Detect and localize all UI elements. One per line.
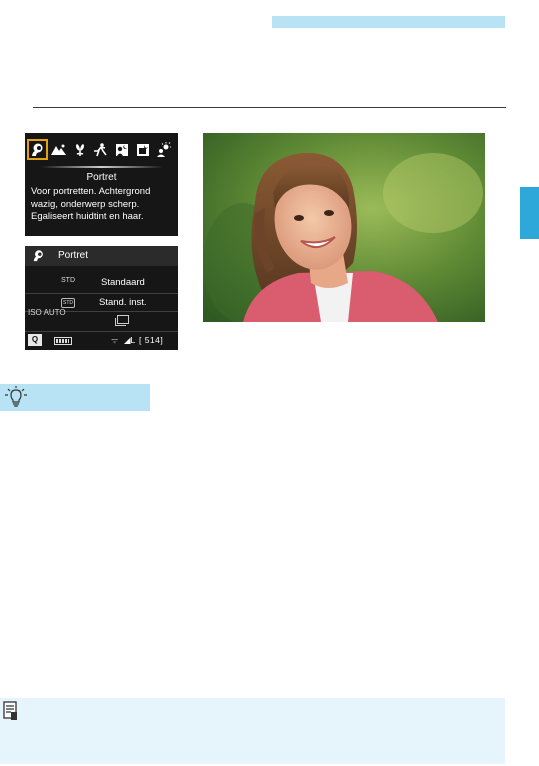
memo-icon [3, 701, 19, 721]
landscape-mode-icon[interactable] [48, 139, 69, 160]
screen-header: Portret [25, 246, 178, 266]
sports-mode-icon[interactable] [90, 139, 111, 160]
closeup-mode-icon[interactable] [69, 139, 90, 160]
ambience-icon: STD [61, 298, 75, 308]
note-box [0, 698, 505, 764]
hdr-backlight-mode-icon[interactable] [153, 139, 174, 160]
picture-style-value[interactable]: Standaard [101, 277, 145, 288]
shots-remaining: [ 514] [139, 335, 164, 345]
night-portrait-mode-icon[interactable] [111, 139, 132, 160]
wifi-icon: ᯤ [111, 336, 119, 345]
screen-title: Portret [58, 250, 89, 261]
iso-setting[interactable]: ISO AUTO [28, 308, 66, 317]
row-divider [25, 293, 178, 294]
camera-screen-quick-control: Portret ISO AUTO STD Standaard STD Stand… [25, 246, 178, 350]
camera-screen-mode-select: Portret Voor portretten. Achtergrond waz… [25, 133, 178, 236]
handheld-night-mode-icon[interactable] [132, 139, 153, 160]
portrait-mode-icon[interactable] [27, 139, 48, 160]
separator-line [41, 166, 163, 168]
tip-box [0, 384, 150, 411]
lightbulb-icon [2, 385, 30, 409]
mode-icon-row [27, 139, 177, 161]
row-divider [25, 331, 178, 332]
horizontal-rule [33, 107, 506, 108]
header-accent-bar [272, 16, 505, 28]
battery-icon [54, 337, 72, 345]
mode-title: Portret [86, 172, 117, 183]
drive-mode-icon[interactable] [115, 315, 129, 326]
mode-description: Voor portretten. Achtergrond wazig, onde… [31, 186, 151, 222]
image-quality: ◢L [124, 335, 136, 345]
picture-style-icon: STD [61, 277, 75, 284]
portrait-mode-icon [31, 249, 45, 263]
ambience-value[interactable]: Stand. inst. [99, 297, 147, 308]
portrait-photo [203, 133, 485, 322]
quick-control-button[interactable]: Q [28, 334, 42, 346]
chapter-side-tab [520, 187, 539, 239]
